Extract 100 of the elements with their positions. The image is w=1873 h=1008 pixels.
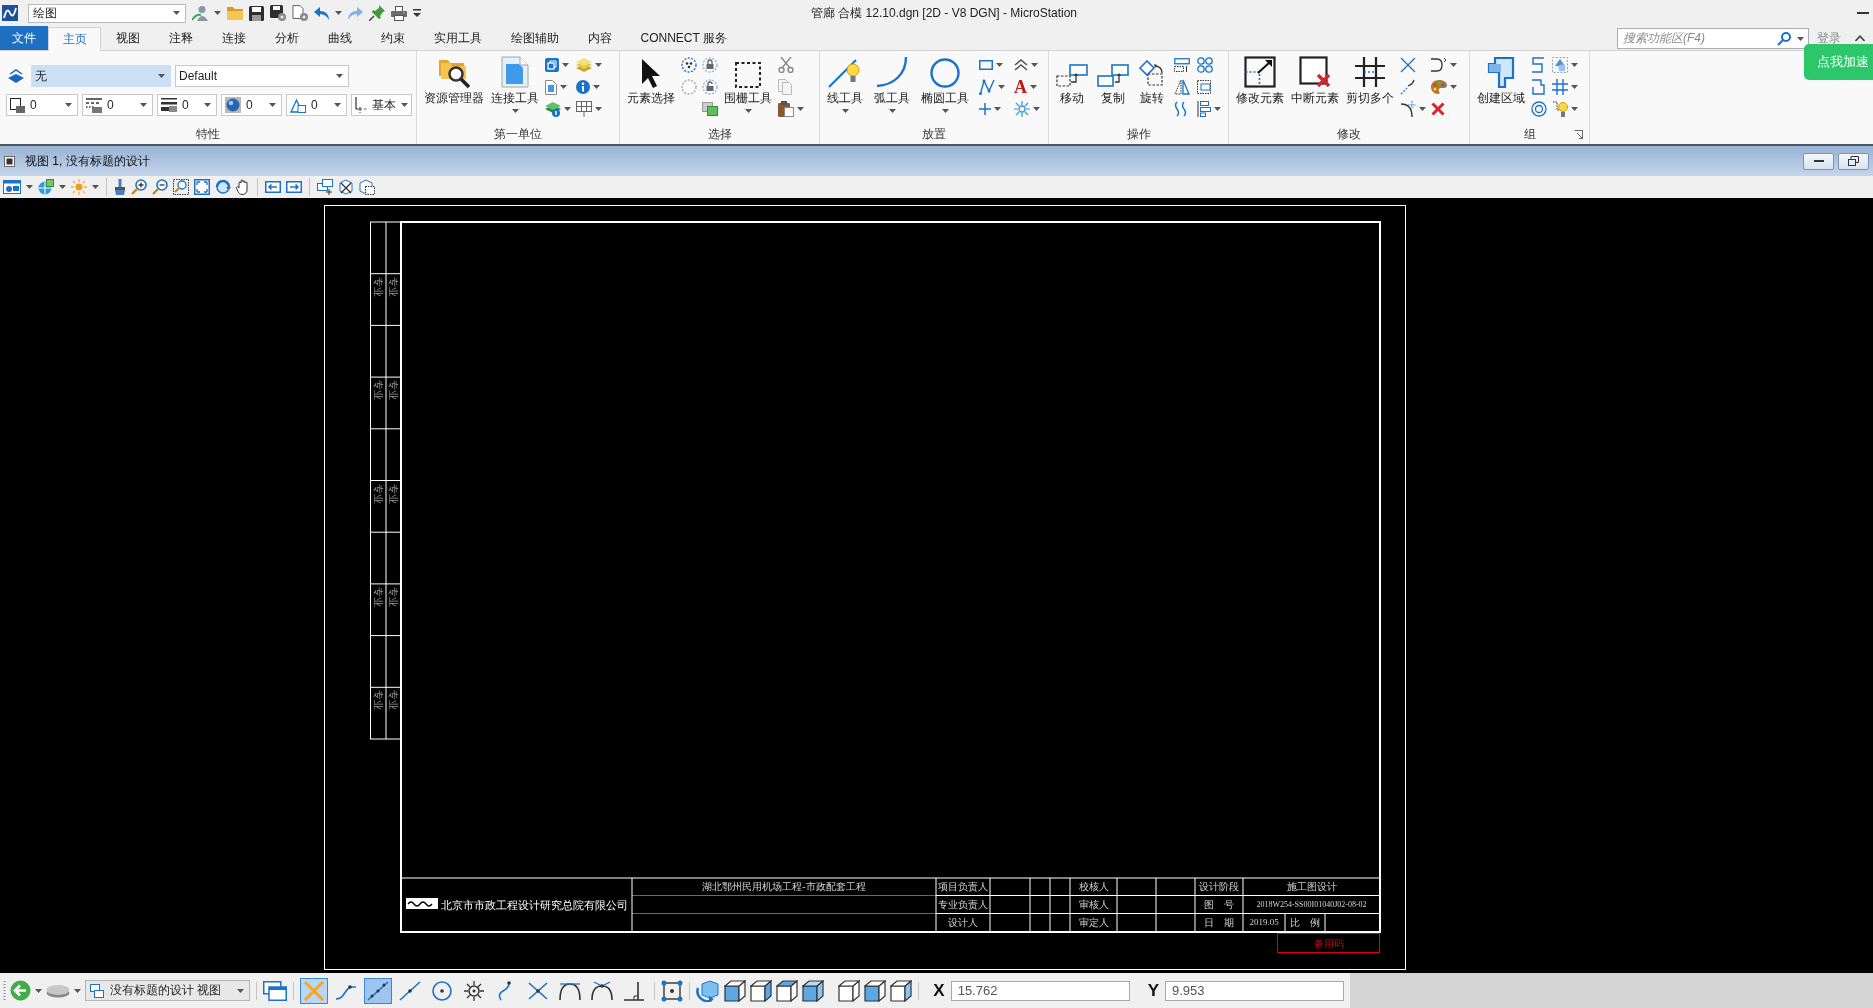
caret-icon[interactable] <box>595 107 602 111</box>
caret-icon[interactable] <box>1419 107 1426 111</box>
caret-icon[interactable] <box>74 988 81 993</box>
clipboard-icon[interactable] <box>778 101 794 117</box>
search-field[interactable]: 搜索功能区(F4) <box>1617 27 1809 49</box>
disk-icon[interactable] <box>46 983 70 998</box>
unlock-icon[interactable] <box>702 79 718 95</box>
cube-icon[interactable] <box>838 979 860 1002</box>
caret-icon[interactable] <box>994 107 1001 111</box>
left-arrow-box-icon[interactable] <box>265 181 281 193</box>
caret-icon[interactable] <box>1450 63 1457 67</box>
dialog-launcher-icon[interactable] <box>1574 130 1583 139</box>
ribbon-tool-button[interactable]: 连接工具 <box>490 56 540 113</box>
hand-icon[interactable] <box>236 179 250 195</box>
caret-icon[interactable] <box>1033 107 1040 111</box>
attribute-dropdown[interactable]: 0 <box>286 94 347 116</box>
caret-icon[interactable] <box>998 85 1005 89</box>
caret-icon[interactable] <box>996 63 1003 67</box>
text-style-dropdown[interactable]: Default <box>175 65 349 87</box>
ribbon-tool-button[interactable]: 中断元素 <box>1290 56 1340 106</box>
target-icon[interactable] <box>1531 101 1547 117</box>
caret-icon[interactable] <box>1030 85 1037 89</box>
attribute-dropdown[interactable]: 0 <box>157 94 217 116</box>
ribbon-tab[interactable]: 曲线 <box>313 26 366 50</box>
undo-icon[interactable] <box>314 6 329 20</box>
shapes-icon[interactable] <box>1552 57 1568 73</box>
hexagon-arrow-icon[interactable] <box>696 979 720 1002</box>
crossed-hexagon-icon[interactable] <box>338 179 354 195</box>
cube-icon[interactable] <box>776 979 798 1002</box>
crosshair-icon[interactable] <box>979 103 991 115</box>
document-settings-icon[interactable] <box>292 5 308 21</box>
box-icon[interactable] <box>545 58 559 72</box>
bulb-icon[interactable] <box>1552 101 1568 117</box>
corner-curve-icon[interactable] <box>1400 101 1416 117</box>
attribute-dropdown[interactable]: 0 <box>221 94 282 116</box>
windows-plus-icon[interactable] <box>317 179 333 195</box>
cube-icon[interactable] <box>724 979 746 1002</box>
caret-icon[interactable] <box>797 107 804 111</box>
save-icon[interactable] <box>249 5 264 21</box>
caret-icon[interactable] <box>562 63 569 67</box>
info-icon[interactable] <box>576 80 590 94</box>
caret-icon[interactable] <box>1214 107 1221 111</box>
restore-button[interactable] <box>1838 152 1869 170</box>
caret-icon[interactable] <box>35 988 42 993</box>
ribbon-tab[interactable]: 实用工具 <box>419 26 496 50</box>
ribbon-tab[interactable]: 连接 <box>207 26 260 50</box>
globe-cube-icon[interactable] <box>38 179 54 195</box>
ribbon-tab[interactable]: 分析 <box>260 26 313 50</box>
intersecting-lines-icon[interactable] <box>1400 57 1416 73</box>
ribbon-tool-button[interactable]: 元素选择 <box>626 56 676 106</box>
cube-icon[interactable] <box>750 979 772 1002</box>
pages-icon[interactable] <box>702 102 718 116</box>
caret-icon[interactable] <box>1031 63 1038 67</box>
zoom-in-icon[interactable] <box>131 179 147 195</box>
caret-icon[interactable] <box>26 185 33 189</box>
rounded-bracket-icon[interactable] <box>1431 58 1447 72</box>
y-coordinate-field[interactable]: 9.953 <box>1165 980 1344 1001</box>
page-icon[interactable] <box>545 79 557 95</box>
polyline-icon[interactable] <box>979 79 995 95</box>
caret-icon[interactable] <box>1571 107 1578 111</box>
dashed-curve-icon[interactable] <box>1400 79 1416 95</box>
delete-icon[interactable] <box>1431 102 1445 116</box>
ribbon-tool-button[interactable]: 弧工具 <box>873 56 911 113</box>
caret-icon[interactable] <box>1571 85 1578 89</box>
windows-icon[interactable] <box>263 980 287 1001</box>
app-logo-icon[interactable] <box>2 5 18 21</box>
ribbon-tab[interactable]: 内容 <box>573 26 626 50</box>
caret-icon[interactable] <box>335 11 342 15</box>
lock-icon[interactable] <box>702 57 718 73</box>
circles-icon[interactable] <box>1197 57 1213 73</box>
collapse-icon[interactable] <box>1855 35 1865 41</box>
attribute-dropdown[interactable]: 0 <box>82 94 153 116</box>
caret-icon[interactable] <box>92 185 99 189</box>
ribbon-tab[interactable]: 主页 <box>48 27 101 51</box>
save-settings-icon[interactable] <box>270 5 286 21</box>
view-window-icon[interactable] <box>4 155 15 167</box>
step-line-icon[interactable] <box>1531 57 1545 73</box>
cube-icon[interactable] <box>864 979 886 1002</box>
brush-icon[interactable] <box>114 179 126 195</box>
pushpin-icon[interactable] <box>369 5 385 21</box>
ribbon-tab[interactable]: CONNECT 服务 <box>626 26 742 50</box>
cube-icon[interactable] <box>802 979 824 1002</box>
cube-icon[interactable] <box>890 979 912 1002</box>
caret-icon[interactable] <box>59 185 66 189</box>
dashed-frame-icon[interactable] <box>1197 80 1211 94</box>
corner-brackets-icon[interactable] <box>194 179 210 195</box>
ribbon-tool-button[interactable]: 移动 <box>1055 56 1089 106</box>
level-dropdown[interactable]: 无 <box>31 65 171 87</box>
caret-icon[interactable] <box>1571 63 1578 67</box>
grid-icon[interactable] <box>576 101 592 117</box>
hexagon-dashed-box-icon[interactable] <box>359 179 375 195</box>
text-icon[interactable]: A <box>1014 79 1027 95</box>
customize-icon[interactable] <box>413 9 421 17</box>
stack-info-icon[interactable] <box>545 101 561 117</box>
ribbon-tool-button[interactable]: 修改元素 <box>1235 56 1285 106</box>
layers-icon[interactable] <box>8 69 24 83</box>
caret-icon[interactable] <box>595 63 602 67</box>
ribbon-tool-button[interactable]: 创建区域 <box>1476 56 1526 106</box>
ribbon-tab[interactable]: 绘图辅助 <box>496 26 573 50</box>
rectangle-icon[interactable] <box>979 60 993 70</box>
